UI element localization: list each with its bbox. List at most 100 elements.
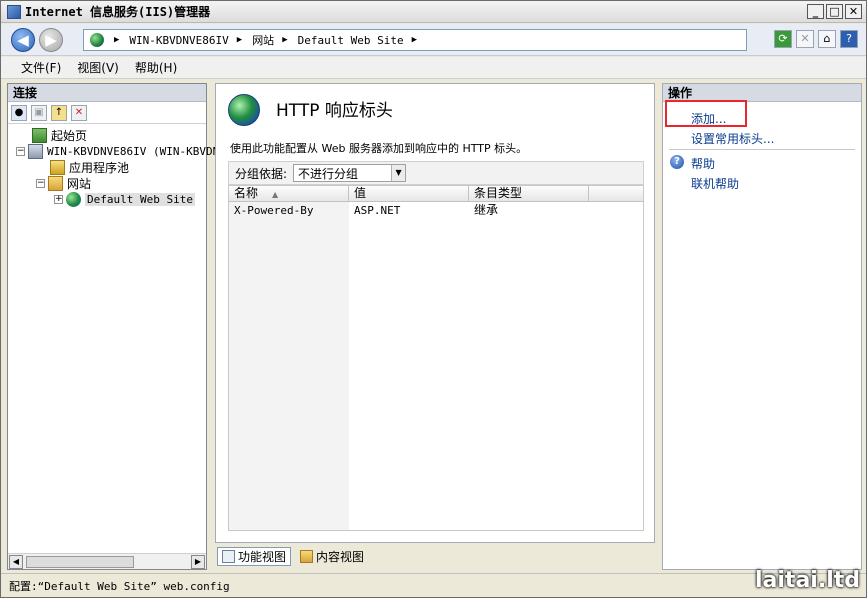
start-page-icon [32, 127, 47, 143]
horizontal-scrollbar[interactable]: ◀ ▶ [8, 553, 206, 569]
action-online-help[interactable]: 联机帮助 [691, 175, 739, 192]
back-arrow-icon: ◀ [17, 31, 29, 49]
menu-help[interactable]: 帮助(H) [135, 59, 177, 76]
up-folder-icon[interactable]: ↑ [51, 104, 67, 121]
iis-app-icon [7, 4, 21, 19]
breadcrumb-default-site[interactable]: Default Web Site [298, 34, 404, 47]
address-bar: ◀ ▶ ▶ WIN-KBVDNVE86IV ▶ 网站 ▶ Default Web… [1, 24, 866, 56]
feature-pane: HTTP 响应标头 使用此功能配置从 Web 服务器添加到响应中的 HTTP 标… [215, 83, 655, 543]
collapse-icon[interactable]: − [36, 178, 45, 188]
tree-label: Default Web Site [85, 192, 195, 206]
column-header-label: 条目类型 [474, 186, 523, 200]
actions-divider [669, 149, 855, 150]
tree-label: 起始页 [51, 128, 88, 143]
menu-bar: 文件(F) 视图(V) 帮助(H) [1, 57, 866, 79]
cell-name: X-Powered-By [234, 204, 314, 217]
feature-title: HTTP 响应标头 [276, 101, 393, 121]
globe-icon [90, 33, 104, 47]
globe-icon [66, 191, 81, 207]
scroll-right-icon[interactable]: ▶ [191, 555, 205, 569]
help-icon[interactable]: ? [840, 30, 858, 48]
scroll-left-icon[interactable]: ◀ [9, 555, 23, 569]
http-headers-globe-icon [228, 94, 260, 126]
cell-value: ASP.NET [354, 204, 401, 217]
dropdown-arrow-icon[interactable]: ▼ [391, 165, 406, 181]
address-field[interactable]: ▶ WIN-KBVDNVE86IV ▶ 网站 ▶ Default Web Sit… [83, 29, 747, 51]
breadcrumb-server[interactable]: WIN-KBVDNVE86IV [129, 34, 228, 47]
connect-icon[interactable]: ● [11, 104, 27, 121]
help-icon: ? [670, 155, 684, 169]
connections-header: 连接 [8, 84, 206, 102]
grid-header: 名称 ▲ 值 条目类型 [229, 186, 643, 202]
crumb-separator-icon: ▶ [114, 35, 120, 45]
watermark: laitai.ltd [755, 568, 860, 593]
tab-label: 功能视图 [238, 550, 287, 564]
window-title: Internet 信息服务(IIS)管理器 [25, 5, 211, 19]
save-icon[interactable]: ▣ [31, 104, 47, 121]
sort-ascending-icon: ▲ [272, 190, 279, 199]
column-header-name[interactable]: 名称 ▲ [229, 186, 349, 202]
back-button[interactable]: ◀ [11, 28, 35, 52]
content-view-icon [300, 550, 314, 563]
actions-pane: 操作 添加... 设置常用标头... ? 帮助 联机帮助 [662, 83, 862, 570]
app-pool-icon [50, 159, 65, 175]
column-header-value[interactable]: 值 [349, 186, 469, 202]
tree-item-app-pools[interactable]: 应用程序池 [50, 159, 129, 175]
title-bar: Internet 信息服务(IIS)管理器 _ □ ✕ [1, 1, 866, 23]
disconnect-icon[interactable]: ✕ [71, 104, 87, 121]
refresh-icon[interactable]: ⟳ [774, 30, 792, 48]
crumb-separator-icon: ▶ [236, 35, 243, 45]
connections-tree: 起始页 − WIN-KBVDNVE86IV (WIN-KBVDN 应用程序池 −… [8, 124, 219, 544]
name-column-background [229, 202, 349, 530]
home-icon[interactable]: ⌂ [818, 30, 836, 48]
tree-item-sites[interactable]: − 网站 [36, 175, 91, 191]
close-button[interactable]: ✕ [845, 4, 862, 19]
annotation-highlight-box [665, 100, 747, 127]
column-header-entry-type[interactable]: 条目类型 [469, 186, 589, 202]
tree-label: WIN-KBVDNVE86IV (WIN-KBVDN [47, 144, 220, 158]
status-text: 配置:“Default Web Site” web.config [9, 579, 230, 593]
server-icon [28, 143, 43, 159]
status-bar: 配置:“Default Web Site” web.config [1, 573, 866, 597]
expand-icon[interactable]: + [54, 194, 63, 204]
scroll-thumb[interactable] [26, 556, 134, 568]
column-header-label: 名称 [234, 186, 259, 200]
view-tabs: 功能视图 内容视图 [217, 547, 369, 567]
forward-arrow-icon: ▶ [45, 31, 57, 49]
feature-description: 使用此功能配置从 Web 服务器添加到响应中的 HTTP 标头。 [230, 142, 528, 155]
stop-icon[interactable]: ✕ [796, 30, 814, 48]
group-by-label: 分组依据: [235, 166, 288, 181]
column-header-label: 值 [354, 186, 367, 200]
tab-content-view[interactable]: 内容视图 [295, 547, 369, 566]
menu-file[interactable]: 文件(F) [21, 59, 61, 76]
cell-entry-type: 继承 [474, 203, 499, 217]
group-by-bar: 分组依据: 不进行分组 ▼ [228, 161, 644, 185]
tree-label: 应用程序池 [69, 160, 130, 175]
action-set-common-headers[interactable]: 设置常用标头... [691, 130, 774, 147]
crumb-separator-icon: ▶ [411, 35, 417, 45]
features-view-icon [222, 550, 235, 563]
table-row[interactable]: X-Powered-By ASP.NET 继承 [229, 203, 643, 219]
action-help[interactable]: 帮助 [691, 155, 715, 172]
toolbar-right: ⟳ ✕ ⌂ ? [774, 30, 858, 48]
iis-manager-window: Internet 信息服务(IIS)管理器 _ □ ✕ ◀ ▶ ▶ WIN-KB… [0, 0, 867, 598]
connections-pane: 连接 ● ▣ ↑ ✕ 起始页 − WIN-KBVDNVE86IV (WIN-KB… [7, 83, 219, 570]
tree-item-start-page[interactable]: 起始页 [32, 127, 87, 143]
group-by-select[interactable]: 不进行分组 ▼ [293, 164, 407, 182]
tab-features-view[interactable]: 功能视图 [217, 547, 292, 566]
tree-label: 网站 [67, 176, 92, 191]
forward-button[interactable]: ▶ [39, 28, 63, 52]
window-controls: _ □ ✕ [807, 4, 862, 19]
folder-icon [48, 175, 63, 191]
connections-toolbar: ● ▣ ↑ ✕ [8, 102, 206, 124]
maximize-button[interactable]: □ [826, 4, 843, 19]
minimize-button[interactable]: _ [807, 4, 824, 19]
group-by-value: 不进行分组 [298, 166, 359, 181]
crumb-separator-icon: ▶ [282, 35, 288, 45]
headers-grid: 名称 ▲ 值 条目类型 X-Powered-By ASP.NET 继承 [228, 185, 644, 531]
breadcrumb-sites[interactable]: 网站 [252, 32, 274, 48]
tree-item-server[interactable]: − WIN-KBVDNVE86IV (WIN-KBVDN [16, 143, 219, 159]
tree-item-default-web-site[interactable]: + Default Web Site [54, 191, 195, 207]
menu-view[interactable]: 视图(V) [77, 59, 119, 76]
collapse-icon[interactable]: − [16, 146, 25, 156]
